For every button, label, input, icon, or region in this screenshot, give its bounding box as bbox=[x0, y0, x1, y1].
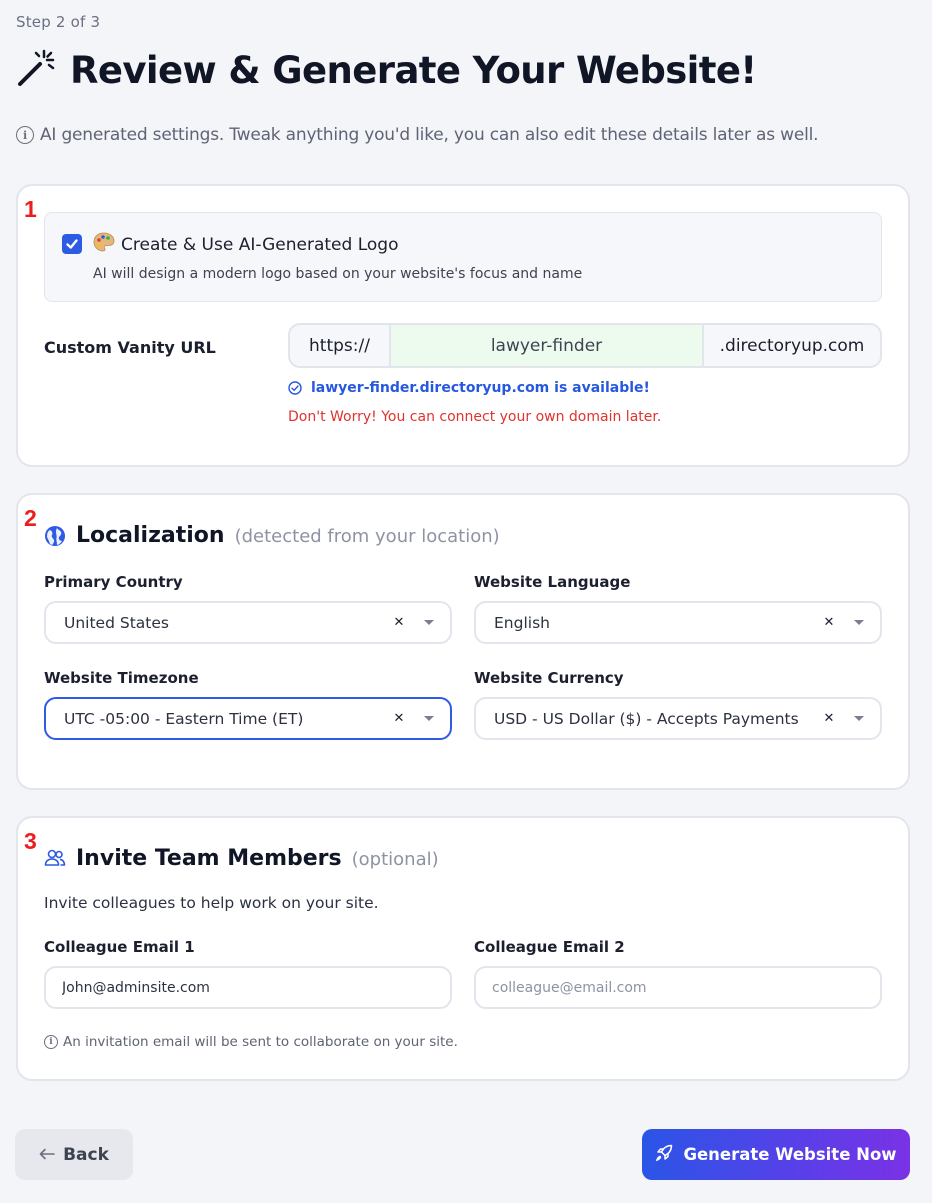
invite-footer-text: An invitation email will be sent to coll… bbox=[63, 1034, 458, 1050]
section-number: 2 bbox=[24, 505, 37, 531]
currency-value: USD - US Dollar ($) - Accepts Payments bbox=[494, 709, 799, 728]
generate-label: Generate Website Now bbox=[683, 1145, 897, 1164]
check-icon bbox=[66, 239, 78, 249]
localization-card: 2 Localization (detected from your locat… bbox=[16, 493, 910, 790]
language-label: Website Language bbox=[474, 573, 631, 591]
invite-description: Invite colleagues to help work on your s… bbox=[44, 894, 379, 912]
ai-logo-checkbox[interactable] bbox=[62, 234, 82, 254]
magic-wand-icon bbox=[16, 48, 58, 92]
timezone-value: UTC -05:00 - Eastern Time (ET) bbox=[64, 709, 304, 728]
rocket-icon bbox=[655, 1144, 673, 1166]
logo-url-card: 1 Create & Use AI-Generated Logo AI will… bbox=[16, 184, 910, 467]
country-select[interactable]: United States ✕ bbox=[44, 601, 452, 644]
ai-logo-title: Create & Use AI-Generated Logo bbox=[93, 232, 398, 257]
ai-logo-description: AI will design a modern logo based on yo… bbox=[93, 266, 583, 282]
clear-icon[interactable]: ✕ bbox=[814, 615, 844, 630]
subtitle-text: AI generated settings. Tweak anything yo… bbox=[40, 125, 819, 145]
url-suffix: .directoryup.com bbox=[702, 325, 880, 366]
colleague-email-1-input[interactable] bbox=[44, 966, 452, 1009]
url-prefix: https:// bbox=[290, 325, 391, 366]
country-value: United States bbox=[64, 613, 169, 632]
invite-optional-note: (optional) bbox=[351, 849, 439, 870]
info-icon: i bbox=[16, 126, 34, 144]
invite-header: Invite Team Members (optional) bbox=[76, 846, 439, 871]
invite-title: Invite Team Members bbox=[76, 846, 342, 871]
check-circle-icon bbox=[288, 381, 302, 395]
domain-note: Don't Worry! You can connect your own do… bbox=[288, 409, 662, 425]
invite-footer-note: i An invitation email will be sent to co… bbox=[44, 1034, 458, 1050]
step-indicator: Step 2 of 3 bbox=[16, 13, 101, 31]
chevron-down-icon[interactable] bbox=[844, 620, 874, 625]
localization-note: (detected from your location) bbox=[234, 526, 500, 547]
currency-select[interactable]: USD - US Dollar ($) - Accepts Payments ✕ bbox=[474, 697, 882, 740]
generate-website-button[interactable]: Generate Website Now bbox=[642, 1129, 910, 1180]
language-value: English bbox=[494, 613, 550, 632]
chevron-down-icon[interactable] bbox=[414, 716, 444, 721]
clear-icon[interactable]: ✕ bbox=[814, 711, 844, 726]
page-title: Review & Generate Your Website! bbox=[70, 48, 757, 92]
invite-team-card: 3 Invite Team Members (optional) Invite … bbox=[16, 816, 910, 1081]
subtitle: i AI generated settings. Tweak anything … bbox=[16, 125, 819, 145]
ai-logo-title-text: Create & Use AI-Generated Logo bbox=[121, 234, 399, 255]
palette-icon bbox=[93, 232, 115, 257]
chevron-down-icon[interactable] bbox=[844, 716, 874, 721]
ai-logo-option[interactable]: Create & Use AI-Generated Logo AI will d… bbox=[44, 212, 882, 302]
country-label: Primary Country bbox=[44, 573, 183, 591]
back-button[interactable]: Back bbox=[15, 1129, 133, 1180]
chevron-down-icon[interactable] bbox=[414, 620, 444, 625]
colleague-email-2-label: Colleague Email 2 bbox=[474, 938, 625, 956]
timezone-select[interactable]: UTC -05:00 - Eastern Time (ET) ✕ bbox=[44, 697, 452, 740]
language-select[interactable]: English ✕ bbox=[474, 601, 882, 644]
availability-status: lawyer-finder.directoryup.com is availab… bbox=[288, 380, 650, 396]
info-icon: i bbox=[44, 1035, 58, 1049]
colleague-email-2-input[interactable] bbox=[474, 966, 882, 1009]
team-icon bbox=[44, 848, 66, 872]
vanity-url-group: https:// lawyer-finder .directoryup.com bbox=[288, 323, 882, 368]
availability-text: lawyer-finder.directoryup.com is availab… bbox=[311, 380, 650, 396]
subdomain-input[interactable]: lawyer-finder bbox=[391, 325, 702, 366]
section-number: 1 bbox=[24, 196, 37, 222]
localization-header: Localization (detected from your locatio… bbox=[76, 523, 500, 548]
vanity-url-label: Custom Vanity URL bbox=[44, 338, 216, 357]
arrow-left-icon bbox=[39, 1145, 55, 1165]
colleague-email-1-label: Colleague Email 1 bbox=[44, 938, 195, 956]
timezone-label: Website Timezone bbox=[44, 669, 199, 687]
currency-label: Website Currency bbox=[474, 669, 624, 687]
localization-title: Localization bbox=[76, 523, 225, 548]
clear-icon[interactable]: ✕ bbox=[384, 711, 414, 726]
page-header: Review & Generate Your Website! bbox=[16, 48, 757, 92]
section-number: 3 bbox=[24, 828, 37, 854]
globe-icon bbox=[44, 525, 66, 551]
clear-icon[interactable]: ✕ bbox=[384, 615, 414, 630]
back-label: Back bbox=[63, 1144, 109, 1165]
